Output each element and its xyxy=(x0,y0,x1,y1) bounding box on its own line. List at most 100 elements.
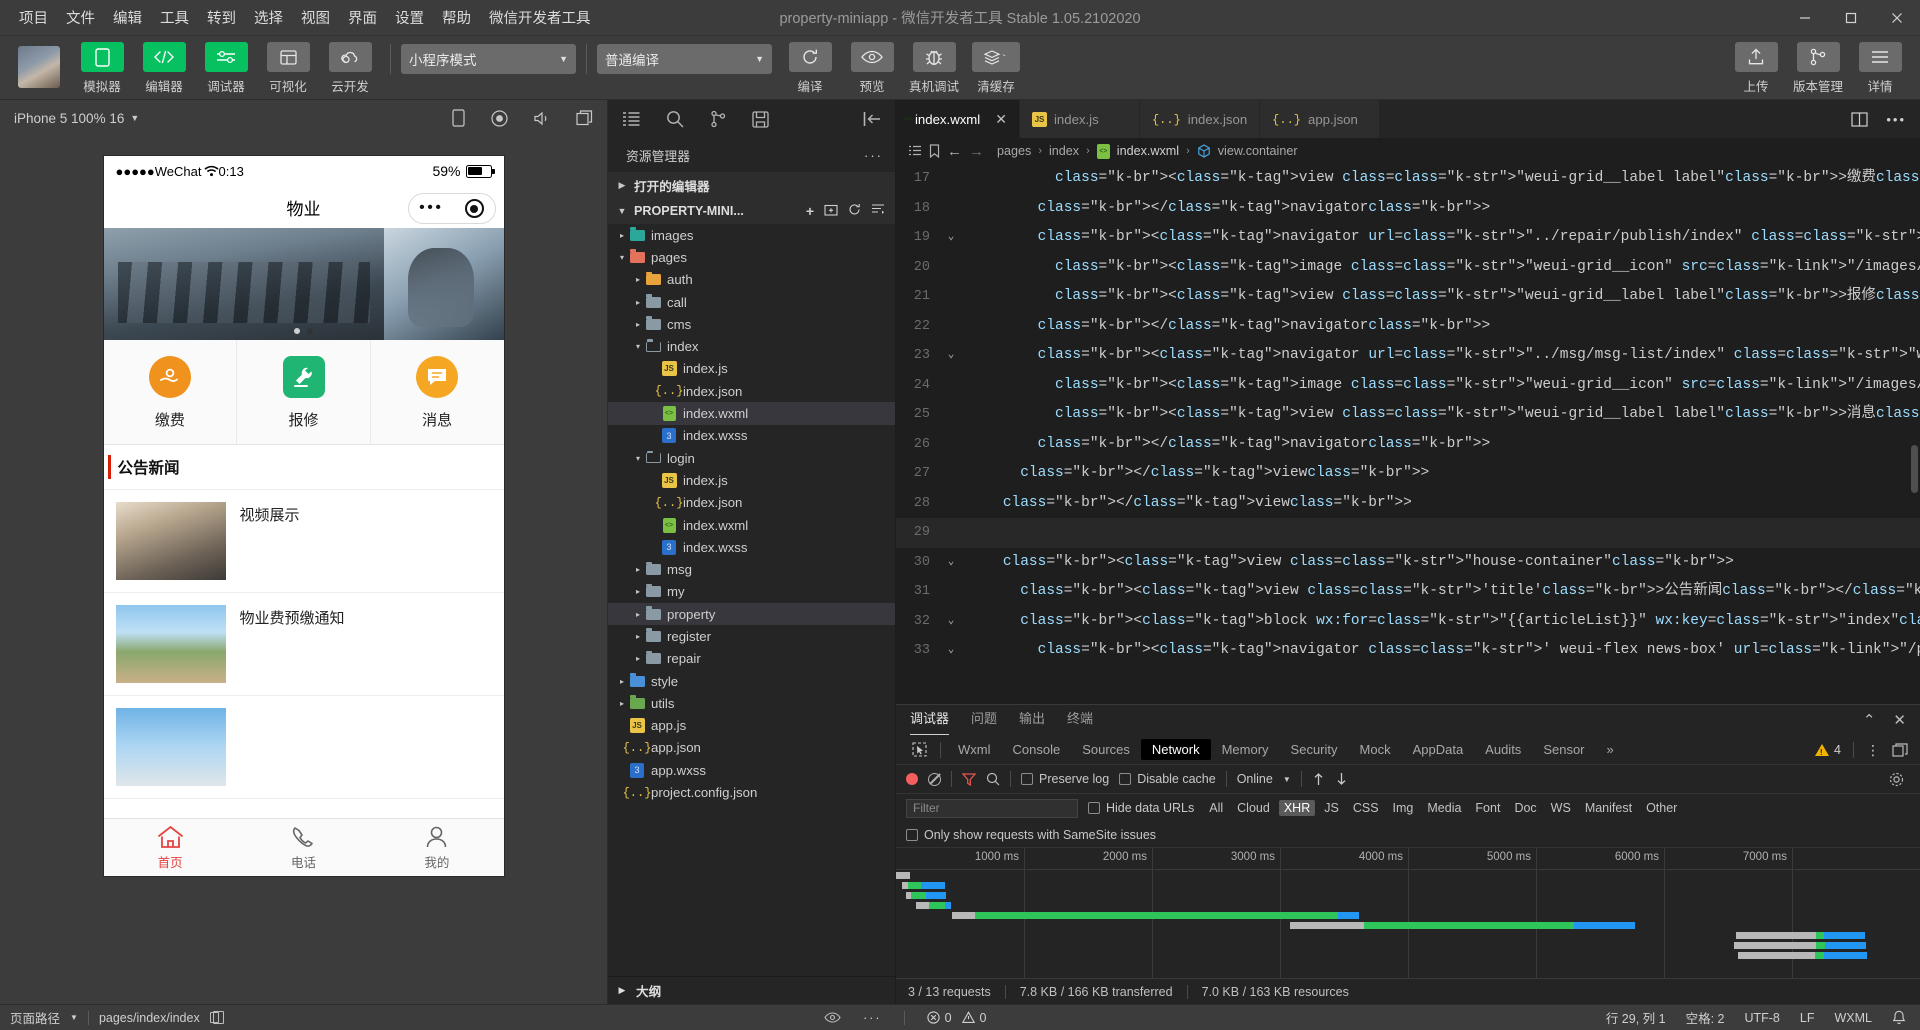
record-button[interactable] xyxy=(906,773,918,785)
type-filter-xhr[interactable]: XHR xyxy=(1278,800,1316,816)
throttle-select[interactable]: Online xyxy=(1237,772,1273,786)
toolbar-item-compile[interactable]: 编译 xyxy=(780,42,840,95)
bell-icon[interactable] xyxy=(1892,1010,1906,1025)
export-har-icon[interactable] xyxy=(1335,772,1348,786)
code-line[interactable]: 28 class="k-br"></class ="k-tag">view clas… xyxy=(896,489,1920,519)
panel-tab-调试器[interactable]: 调试器 xyxy=(910,708,950,735)
chevron-down-icon[interactable]: ▼ xyxy=(70,1013,78,1022)
devtools-tab-mock[interactable]: Mock xyxy=(1349,739,1402,760)
tree-item[interactable]: ▸ call xyxy=(608,291,895,313)
waterfall-row[interactable] xyxy=(896,892,1920,899)
page-path-label[interactable]: 页面路径 xyxy=(10,1008,60,1027)
tree-item[interactable]: ▾ index xyxy=(608,335,895,357)
chevron-right-icon[interactable]: ▸ xyxy=(632,654,644,663)
type-filter-other[interactable]: Other xyxy=(1641,800,1682,816)
code-editor[interactable]: 17 class="k-br">< class ="k-tag">view clas… xyxy=(896,164,1920,704)
copy-icon[interactable] xyxy=(209,1010,225,1024)
devtools-tab-wxml[interactable]: Wxml xyxy=(947,739,1002,760)
phone-rotate-icon[interactable] xyxy=(452,109,465,127)
code-line[interactable]: 33 ⌄ class="k-br">< class ="k-tag">navigato… xyxy=(896,636,1920,666)
code-line[interactable]: 24 class="k-br">< class ="k-tag">image cla… xyxy=(896,371,1920,401)
type-filter-doc[interactable]: Doc xyxy=(1509,800,1541,816)
waterfall-row[interactable] xyxy=(896,942,1920,949)
grid-item-1[interactable]: 报修 xyxy=(237,340,371,444)
clear-icon[interactable] xyxy=(928,772,941,786)
inspect-cursor-icon[interactable] xyxy=(904,742,934,757)
editor-tab-index-wxml[interactable]: index.wxml ✕ xyxy=(896,100,1020,138)
collapse-panel-icon[interactable] xyxy=(863,111,881,127)
toolbar-item-simulator[interactable]: 模拟器 xyxy=(72,42,132,95)
code-line[interactable]: 22 class="k-br"></class ="k-tag">navigato… xyxy=(896,312,1920,342)
toolbar-item-version[interactable]: 版本管理 xyxy=(1788,42,1848,95)
warning-badge[interactable]: 4 xyxy=(1815,743,1841,757)
menu-item-5[interactable]: 选择 xyxy=(245,3,292,32)
chevron-down-icon[interactable]: ▾ xyxy=(616,253,628,262)
banner-carousel[interactable] xyxy=(103,228,504,340)
devtools-tab-sources[interactable]: Sources xyxy=(1071,739,1141,760)
close-icon[interactable]: ✕ xyxy=(1893,711,1906,729)
chevron-right-icon[interactable]: ▸ xyxy=(616,231,628,240)
toolbar-item-realdebug[interactable]: 真机调试 xyxy=(904,42,964,95)
devtools-tab-sensor[interactable]: Sensor xyxy=(1532,739,1595,760)
settings-gear-icon[interactable] xyxy=(1889,772,1910,787)
tabbar-item-mine[interactable]: 我的 xyxy=(370,819,503,876)
editor-scrollbar[interactable] xyxy=(1908,164,1920,704)
split-editor-icon[interactable] xyxy=(1851,111,1868,127)
files-icon[interactable] xyxy=(622,111,640,127)
tree-item[interactable]: ▸ my xyxy=(608,581,895,603)
more-icon[interactable]: ··· xyxy=(863,1011,882,1025)
editor-tab-index-json[interactable]: {..} index.json xyxy=(1139,100,1261,138)
menu-item-0[interactable]: 项目 xyxy=(10,3,57,32)
code-line[interactable]: 26 class="k-br"></class ="k-tag">navigato… xyxy=(896,430,1920,460)
tree-item[interactable]: app.wxss xyxy=(608,759,895,781)
refresh-icon[interactable] xyxy=(848,203,861,219)
tree-item[interactable]: ▸ utils xyxy=(608,692,895,714)
menu-item-9[interactable]: 帮助 xyxy=(433,3,480,32)
waterfall-row[interactable] xyxy=(896,922,1920,929)
breadcrumb-item-2[interactable]: index.wxml xyxy=(1117,144,1179,158)
code-line[interactable]: 21 class="k-br">< class ="k-tag">view clas… xyxy=(896,282,1920,312)
waterfall-row[interactable] xyxy=(896,952,1920,959)
type-filter-css[interactable]: CSS xyxy=(1348,800,1384,816)
menu-item-6[interactable]: 视图 xyxy=(292,3,339,32)
toolbar-item-preview[interactable]: 预览 xyxy=(842,42,902,95)
language-indicator[interactable]: WXML xyxy=(1834,1011,1872,1025)
panel-tab-终端[interactable]: 终端 xyxy=(1067,708,1093,732)
code-line[interactable]: 25 class="k-br">< class ="k-tag">view clas… xyxy=(896,400,1920,430)
menu-item-10[interactable]: 微信开发者工具 xyxy=(480,3,600,32)
toolbar-item-editor[interactable]: 编辑器 xyxy=(134,42,194,95)
breadcrumb-item-1[interactable]: index xyxy=(1049,144,1079,158)
open-editors-section[interactable]: ▶ 打开的编辑器 xyxy=(608,172,895,198)
chevron-down-icon[interactable]: ▾ xyxy=(632,342,644,351)
devtools-tab-appdata[interactable]: AppData xyxy=(1402,739,1475,760)
type-filter-manifest[interactable]: Manifest xyxy=(1580,800,1637,816)
more-icon[interactable]: ••• xyxy=(1886,112,1906,127)
menu-item-3[interactable]: 工具 xyxy=(151,3,198,32)
encoding-indicator[interactable]: UTF-8 xyxy=(1744,1011,1779,1025)
news-item[interactable] xyxy=(103,696,504,799)
devtools-overflow-button[interactable]: » xyxy=(1596,739,1625,760)
menu-item-7[interactable]: 界面 xyxy=(339,3,386,32)
menu-item-8[interactable]: 设置 xyxy=(386,3,433,32)
tree-item[interactable]: ▸ auth xyxy=(608,269,895,291)
wechat-capsule-button[interactable]: ••• xyxy=(407,193,496,224)
panel-tab-问题[interactable]: 问题 xyxy=(971,708,997,732)
outline-section[interactable]: ▶ 大纲 xyxy=(608,976,895,1004)
chevron-right-icon[interactable]: ▸ xyxy=(616,699,628,708)
fold-toggle[interactable]: ⌄ xyxy=(942,341,960,371)
toolbar-item-cloud[interactable]: 云开发 xyxy=(320,42,380,95)
type-filter-all[interactable]: All xyxy=(1204,800,1228,816)
devtools-tab-memory[interactable]: Memory xyxy=(1211,739,1280,760)
menu-item-4[interactable]: 转到 xyxy=(198,3,245,32)
code-line[interactable]: 17 class="k-br">< class ="k-tag">view clas… xyxy=(896,164,1920,194)
code-line[interactable]: 20 class="k-br">< class ="k-tag">image cla… xyxy=(896,253,1920,283)
type-filter-media[interactable]: Media xyxy=(1422,800,1466,816)
code-line[interactable]: 18 class="k-br"></class ="k-tag">navigato… xyxy=(896,194,1920,224)
waterfall-row[interactable] xyxy=(896,902,1920,909)
breadcrumb-item-3[interactable]: view.container xyxy=(1218,144,1298,158)
waterfall-row[interactable] xyxy=(896,932,1920,939)
tree-item[interactable]: ▸ cms xyxy=(608,313,895,335)
tree-item[interactable]: {..} index.json xyxy=(608,380,895,402)
disable-cache-checkbox[interactable]: Disable cache xyxy=(1119,772,1216,786)
save-icon[interactable] xyxy=(752,110,769,128)
